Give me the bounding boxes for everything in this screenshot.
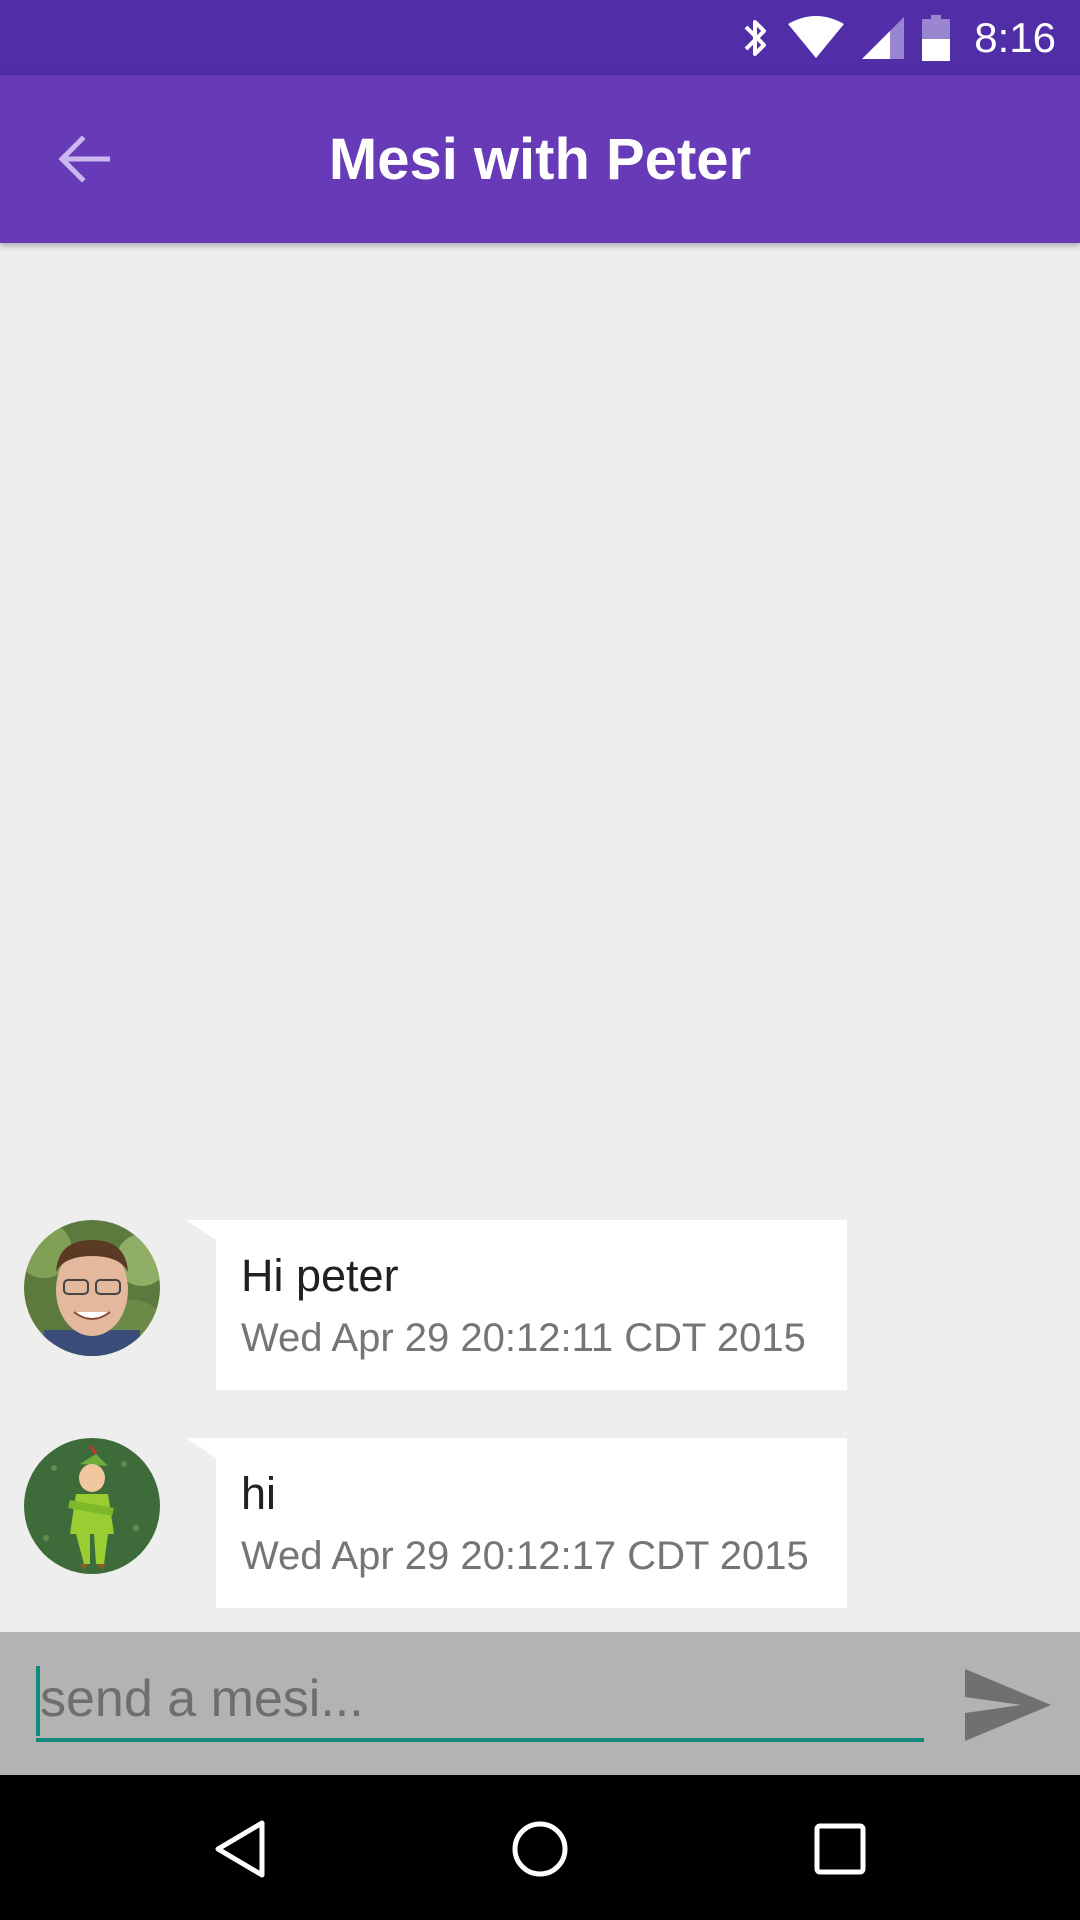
back-triangle-icon xyxy=(215,1820,265,1878)
app-bar: Mesi with Peter xyxy=(0,75,1080,243)
recents-square-icon xyxy=(814,1823,866,1875)
bubble-tail xyxy=(186,1438,216,1458)
page-title: Mesi with Peter xyxy=(328,126,752,192)
chat-area[interactable]: Hi peter Wed Apr 29 20:12:11 CDT 2015 hi… xyxy=(0,243,1080,1632)
system-nav-bar xyxy=(0,1775,1080,1920)
message-text: Hi peter xyxy=(241,1250,399,1301)
message-row: Hi peter Wed Apr 29 20:12:11 CDT 2015 xyxy=(0,1220,1080,1390)
send-icon xyxy=(965,1669,1051,1741)
nav-home-button[interactable] xyxy=(490,1799,590,1899)
wifi-icon xyxy=(788,15,845,58)
nav-recents-button[interactable] xyxy=(790,1799,890,1899)
nav-back-button[interactable] xyxy=(190,1799,290,1899)
text-caret xyxy=(36,1666,40,1736)
status-bar: 8:16 xyxy=(0,0,1080,75)
home-circle-icon xyxy=(512,1821,568,1877)
message-timestamp: Wed Apr 29 20:12:11 CDT 2015 xyxy=(241,1316,806,1360)
battery-icon xyxy=(922,14,951,61)
message-bubble[interactable]: hi Wed Apr 29 20:12:17 CDT 2015 xyxy=(216,1438,847,1608)
message-bubble[interactable]: Hi peter Wed Apr 29 20:12:11 CDT 2015 xyxy=(216,1220,847,1390)
cell-signal-icon xyxy=(862,16,905,59)
avatar-man-photo[interactable] xyxy=(24,1220,160,1356)
status-time: 8:16 xyxy=(974,13,1056,61)
bluetooth-icon xyxy=(744,19,767,56)
message-row: hi Wed Apr 29 20:12:17 CDT 2015 xyxy=(0,1438,1080,1608)
message-input[interactable] xyxy=(36,1660,924,1742)
bubble-tail xyxy=(186,1220,216,1240)
composer-bar xyxy=(0,1632,1080,1775)
status-icons: 8:16 xyxy=(740,0,1056,75)
avatar-peter-pan[interactable] xyxy=(24,1438,160,1574)
send-button[interactable] xyxy=(958,1660,1058,1750)
message-timestamp: Wed Apr 29 20:12:17 CDT 2015 xyxy=(241,1534,809,1578)
message-text: hi xyxy=(241,1468,277,1519)
